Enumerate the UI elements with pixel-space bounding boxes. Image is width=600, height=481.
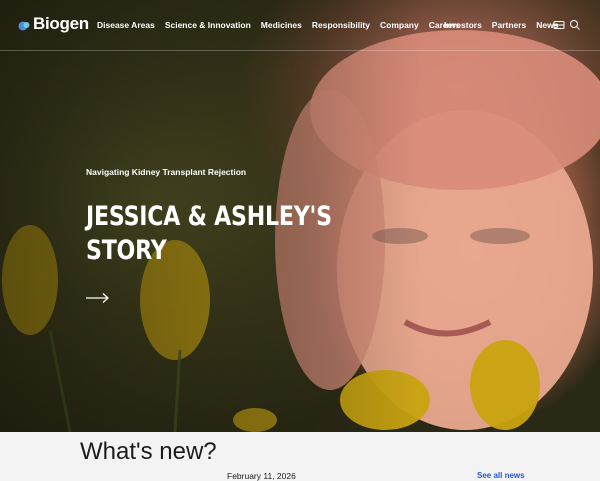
logo-mark-icon — [18, 18, 31, 31]
brand-name: Biogen — [33, 14, 89, 33]
nav-responsibility[interactable]: Responsibility — [312, 20, 370, 30]
see-all-news-link[interactable]: See all news — [477, 471, 525, 480]
nav-investors[interactable]: Investors — [444, 20, 482, 30]
hero-eyebrow: Navigating Kidney Transplant Rejection — [86, 167, 247, 177]
news-heading: What's new? — [80, 438, 217, 465]
nav-medicines[interactable]: Medicines — [261, 20, 302, 30]
biogen-logo[interactable]: Biogen — [18, 14, 89, 34]
nav-science-innovation[interactable]: Science & Innovation — [165, 20, 251, 30]
hero-title: JESSICA & ASHLEY'S STORY — [86, 201, 332, 266]
globe-icon[interactable] — [553, 18, 565, 30]
arrow-right-icon[interactable] — [86, 291, 110, 309]
nav-disease-areas[interactable]: Disease Areas — [97, 20, 155, 30]
secondary-nav: Investors Partners News — [444, 20, 569, 30]
nav-partners[interactable]: Partners — [492, 20, 527, 30]
primary-nav: Disease Areas Science & Innovation Medic… — [97, 20, 470, 30]
search-icon[interactable] — [569, 18, 581, 30]
nav-company[interactable]: Company — [380, 20, 419, 30]
top-navigation: Biogen Disease Areas Science & Innovatio… — [0, 0, 600, 51]
